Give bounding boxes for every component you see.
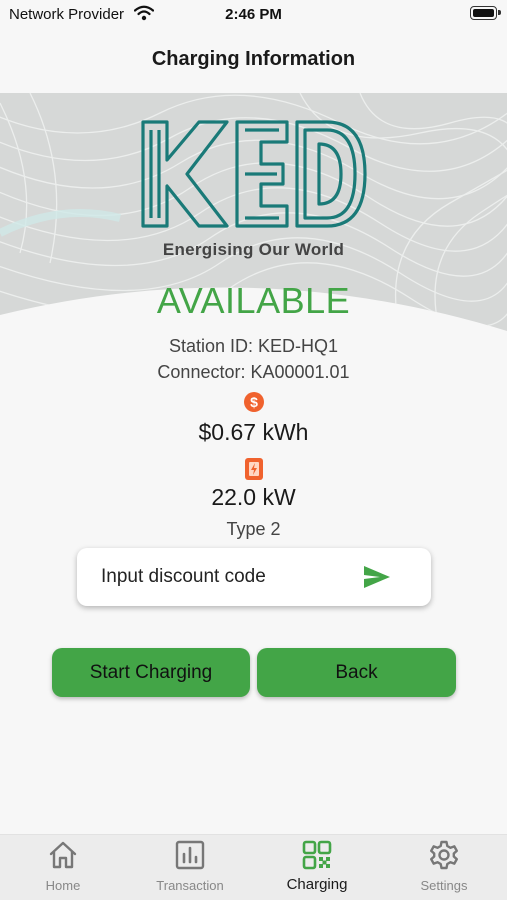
page-title: Charging Information xyxy=(151,48,356,70)
qr-code-icon xyxy=(302,840,332,870)
availability-status: AVAILABLE xyxy=(156,280,351,321)
tab-settings[interactable]: Settings xyxy=(381,835,507,900)
back-button[interactable]: Back xyxy=(257,648,456,697)
gear-icon xyxy=(430,840,458,870)
ked-logo xyxy=(141,120,367,228)
price-value: $0.67 kWh xyxy=(198,419,309,445)
power-value: 22.0 kW xyxy=(211,484,296,510)
home-icon xyxy=(49,841,77,869)
clock: 2:46 PM xyxy=(225,6,282,23)
tab-transaction[interactable]: Transaction xyxy=(127,835,253,900)
tab-home[interactable]: Home xyxy=(0,835,126,900)
brand-tagline: Energising Our World xyxy=(162,240,345,259)
start-charging-button[interactable]: Start Charging xyxy=(52,648,250,697)
discount-code-field[interactable] xyxy=(77,548,431,606)
status-bar: Network Provider 2:46 PM xyxy=(0,0,507,28)
tab-label: Transaction xyxy=(156,878,224,893)
bar-chart-icon xyxy=(175,840,205,870)
charger-icon xyxy=(245,458,263,480)
tab-label: Home xyxy=(45,878,81,893)
battery-icon xyxy=(470,6,501,20)
tab-label: Charging xyxy=(286,876,348,893)
bottom-tab-bar: Home Transaction Charging Settings xyxy=(0,834,507,900)
connector-type: Type 2 xyxy=(226,519,281,539)
tab-label: Settings xyxy=(420,878,468,893)
station-id: Station ID: KED-HQ1 xyxy=(168,336,339,356)
discount-code-input[interactable] xyxy=(101,562,351,592)
dollar-icon: $ xyxy=(244,392,264,412)
send-icon[interactable] xyxy=(362,564,392,590)
tab-charging[interactable]: Charging xyxy=(254,835,380,900)
connector-id: Connector: KA00001.01 xyxy=(157,362,350,382)
